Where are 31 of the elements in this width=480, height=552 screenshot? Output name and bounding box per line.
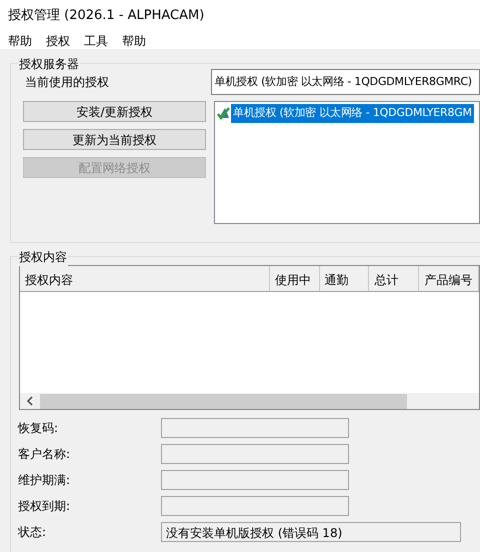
column-header[interactable]: 使用中: [270, 266, 320, 291]
menu-item[interactable]: 帮助: [8, 32, 32, 49]
field-label: 客户名称:: [17, 446, 72, 463]
menu-item[interactable]: 授权: [46, 32, 70, 49]
text-field[interactable]: [161, 444, 349, 464]
menu-item[interactable]: 帮助: [122, 32, 146, 49]
license-item[interactable]: 单机授权 (软加密 以太网络 - 1QDGDMLYER8GM: [231, 104, 474, 122]
horizontal-scrollbar[interactable]: [20, 393, 479, 409]
scroll-left-icon[interactable]: [26, 396, 34, 406]
field-label: 维护期满:: [17, 472, 72, 489]
window-title: 授权管理 (2026.1 - ALPHACAM): [0, 0, 480, 32]
text-field[interactable]: [161, 496, 349, 516]
group-title: 授权服务器: [18, 55, 80, 73]
field-label: 当前使用的授权: [25, 74, 110, 91]
column-header[interactable]: 通勤: [320, 266, 370, 291]
checkmark-icon: [217, 106, 231, 120]
text-field[interactable]: 没有安装单机版授权 (错误码 18): [161, 522, 461, 542]
menu-item[interactable]: 工具: [84, 32, 108, 49]
field-label: 状态:: [17, 524, 48, 541]
field-label: 授权到期:: [17, 498, 72, 515]
column-header[interactable]: 总计: [369, 266, 420, 291]
scrollbar-thumb[interactable]: [40, 394, 407, 408]
license-dropdown[interactable]: 单机授权 (软加密 以太网络 - 1QDGDMLYER8GMRC): [210, 69, 480, 95]
column-header[interactable]: 产品编号: [419, 266, 480, 291]
action-button[interactable]: 安装/更新授权: [23, 101, 206, 122]
group-title: 授权内容: [18, 248, 68, 266]
action-button[interactable]: 更新为当前授权: [23, 129, 206, 150]
text-field[interactable]: [161, 470, 349, 490]
text-field[interactable]: [161, 418, 349, 438]
field-label: 恢复码:: [16, 420, 60, 437]
column-header[interactable]: 授权内容: [20, 266, 270, 291]
